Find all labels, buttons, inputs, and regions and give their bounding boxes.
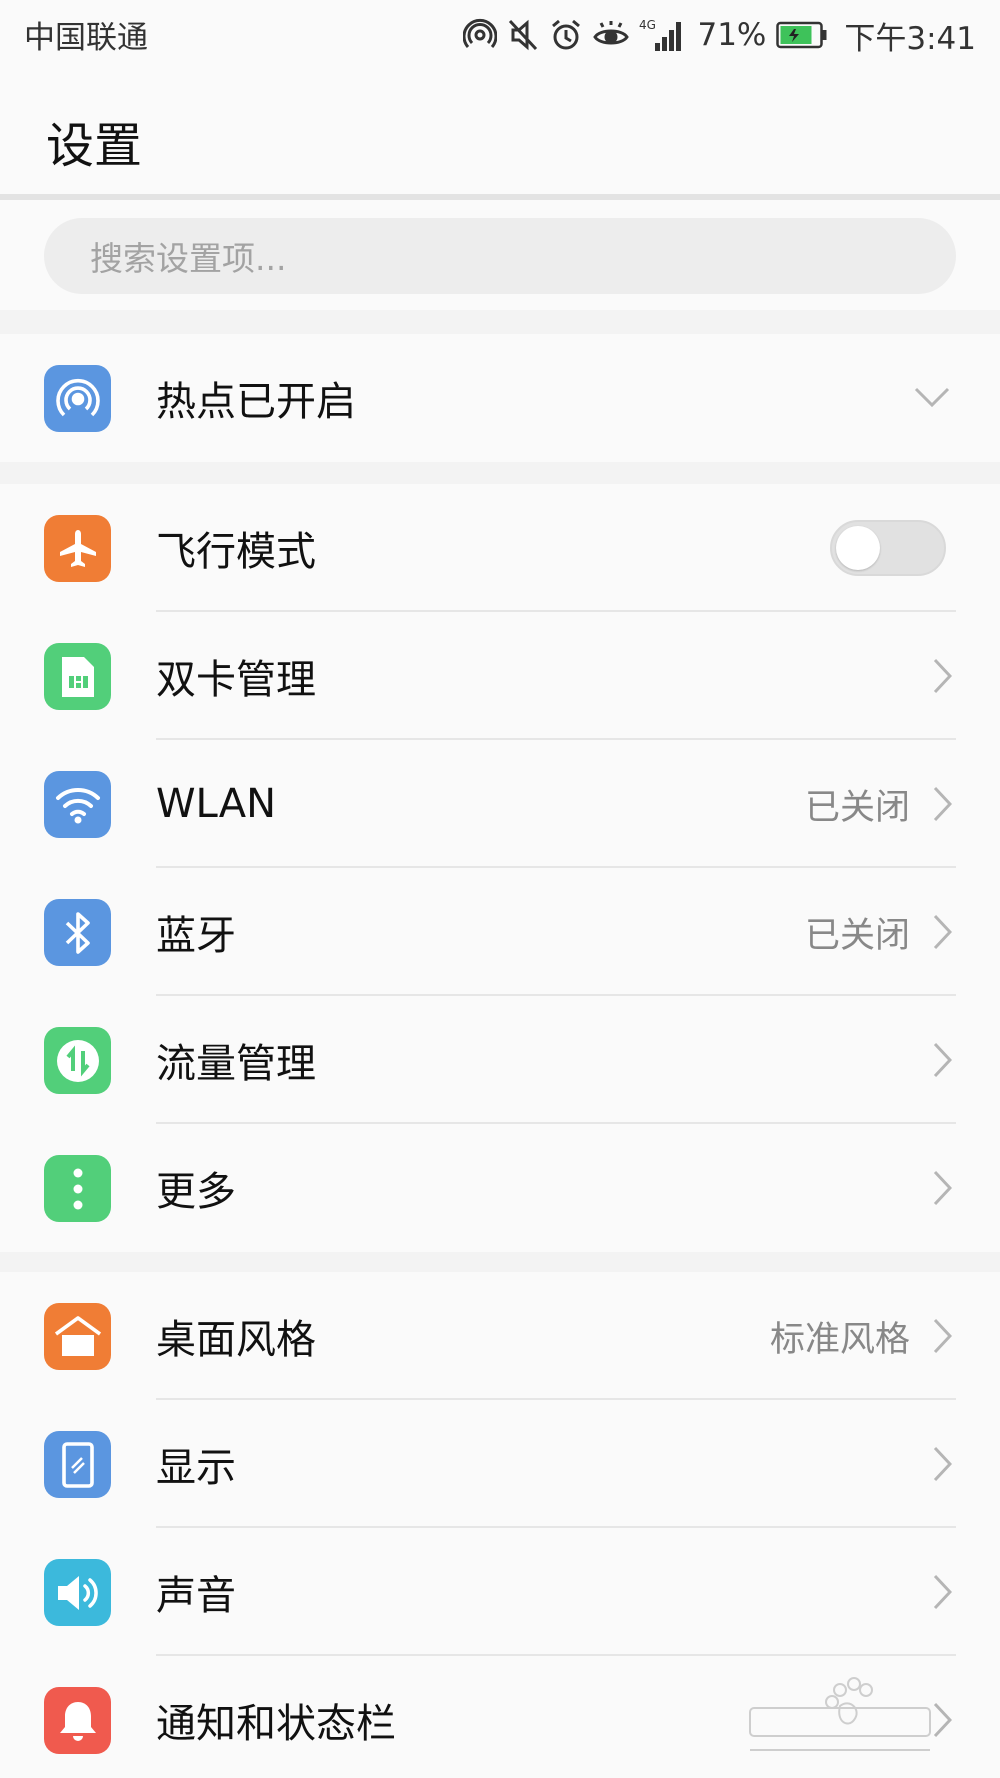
settings-item-label: 桌面风格 <box>156 1317 316 1363</box>
settings-item-label: 流量管理 <box>156 1041 316 1087</box>
settings-item-value: 已关闭 <box>804 915 910 956</box>
clock: 下午3:41 <box>844 20 976 57</box>
carrier-name: 中国联通 <box>24 20 148 56</box>
settings-item-label: 飞行模式 <box>156 529 316 575</box>
battery-percent: 71% <box>697 17 767 53</box>
settings-item-label: 更多 <box>156 1169 236 1215</box>
bell-icon <box>44 1687 111 1754</box>
toggle-knob <box>836 526 880 570</box>
settings-item-bluetooth[interactable]: 蓝牙 已关闭 <box>0 868 1000 996</box>
settings-item-display[interactable]: 显示 <box>0 1400 1000 1528</box>
hotspot-icon <box>463 18 498 52</box>
settings-item-airplane-mode[interactable]: 飞行模式 <box>0 484 1000 612</box>
status-bar: 中国联通 4G 71% 下午3:41 <box>0 0 1000 72</box>
settings-item-label: 声音 <box>156 1573 236 1619</box>
hotspot-group: 热点已开启 <box>0 334 1000 462</box>
chevron-right-icon <box>932 1574 953 1614</box>
page-title: 设置 <box>46 118 143 174</box>
settings-item-more[interactable]: 更多 <box>0 1124 1000 1252</box>
sound-icon <box>44 1559 111 1626</box>
settings-item-label: 蓝牙 <box>156 913 236 959</box>
app-header: 设置 <box>0 72 1000 194</box>
eye-icon <box>593 19 630 51</box>
data-usage-icon <box>44 1027 111 1094</box>
display-icon <box>44 1431 111 1498</box>
settings-item-label: 双卡管理 <box>156 657 316 703</box>
settings-item-label: 通知和状态栏 <box>156 1701 396 1747</box>
airplane-mode-toggle[interactable] <box>830 520 946 576</box>
more-icon <box>44 1155 111 1222</box>
home-icon <box>44 1303 111 1370</box>
chevron-right-icon <box>932 1318 953 1358</box>
watermark-logo <box>740 1668 940 1768</box>
chevron-right-icon <box>932 914 953 954</box>
settings-item-home-style[interactable]: 桌面风格 标准风格 <box>0 1272 1000 1400</box>
search-input[interactable]: 搜索设置项... <box>44 218 956 294</box>
bluetooth-icon <box>44 899 111 966</box>
settings-item-wlan[interactable]: WLAN 已关闭 <box>0 740 1000 868</box>
chevron-right-icon <box>932 1446 953 1486</box>
network-group: 飞行模式 双卡管理 WLAN 已关闭 蓝牙 已关闭 流量管理 更多 <box>0 484 1000 1252</box>
sim-card-icon <box>44 643 111 710</box>
wifi-icon <box>44 771 111 838</box>
chevron-right-icon <box>932 658 953 698</box>
network-type: 4G <box>639 18 656 32</box>
chevron-right-icon <box>932 1042 953 1082</box>
settings-item-hotspot[interactable]: 热点已开启 <box>0 334 1000 462</box>
mute-icon <box>507 18 539 52</box>
settings-item-label: 热点已开启 <box>156 379 356 425</box>
status-icons: 4G 71% 下午3:41 <box>463 10 976 60</box>
settings-item-data-usage[interactable]: 流量管理 <box>0 996 1000 1124</box>
settings-item-value: 已关闭 <box>804 787 910 828</box>
chevron-down-icon[interactable] <box>914 386 950 412</box>
signal-icon: 4G <box>639 17 685 53</box>
airplane-icon <box>44 515 111 582</box>
search-placeholder: 搜索设置项... <box>90 239 287 278</box>
hotspot-icon <box>44 365 111 432</box>
chevron-right-icon <box>932 1170 953 1210</box>
alarm-icon <box>549 18 583 52</box>
settings-item-dual-sim[interactable]: 双卡管理 <box>0 612 1000 740</box>
search-area: 搜索设置项... <box>0 200 1000 310</box>
battery-charging-icon <box>776 21 828 49</box>
settings-item-sound[interactable]: 声音 <box>0 1528 1000 1656</box>
chevron-right-icon <box>932 786 953 826</box>
settings-item-label: WLAN <box>156 781 277 827</box>
settings-item-value: 标准风格 <box>769 1319 910 1360</box>
settings-item-label: 显示 <box>156 1445 236 1491</box>
